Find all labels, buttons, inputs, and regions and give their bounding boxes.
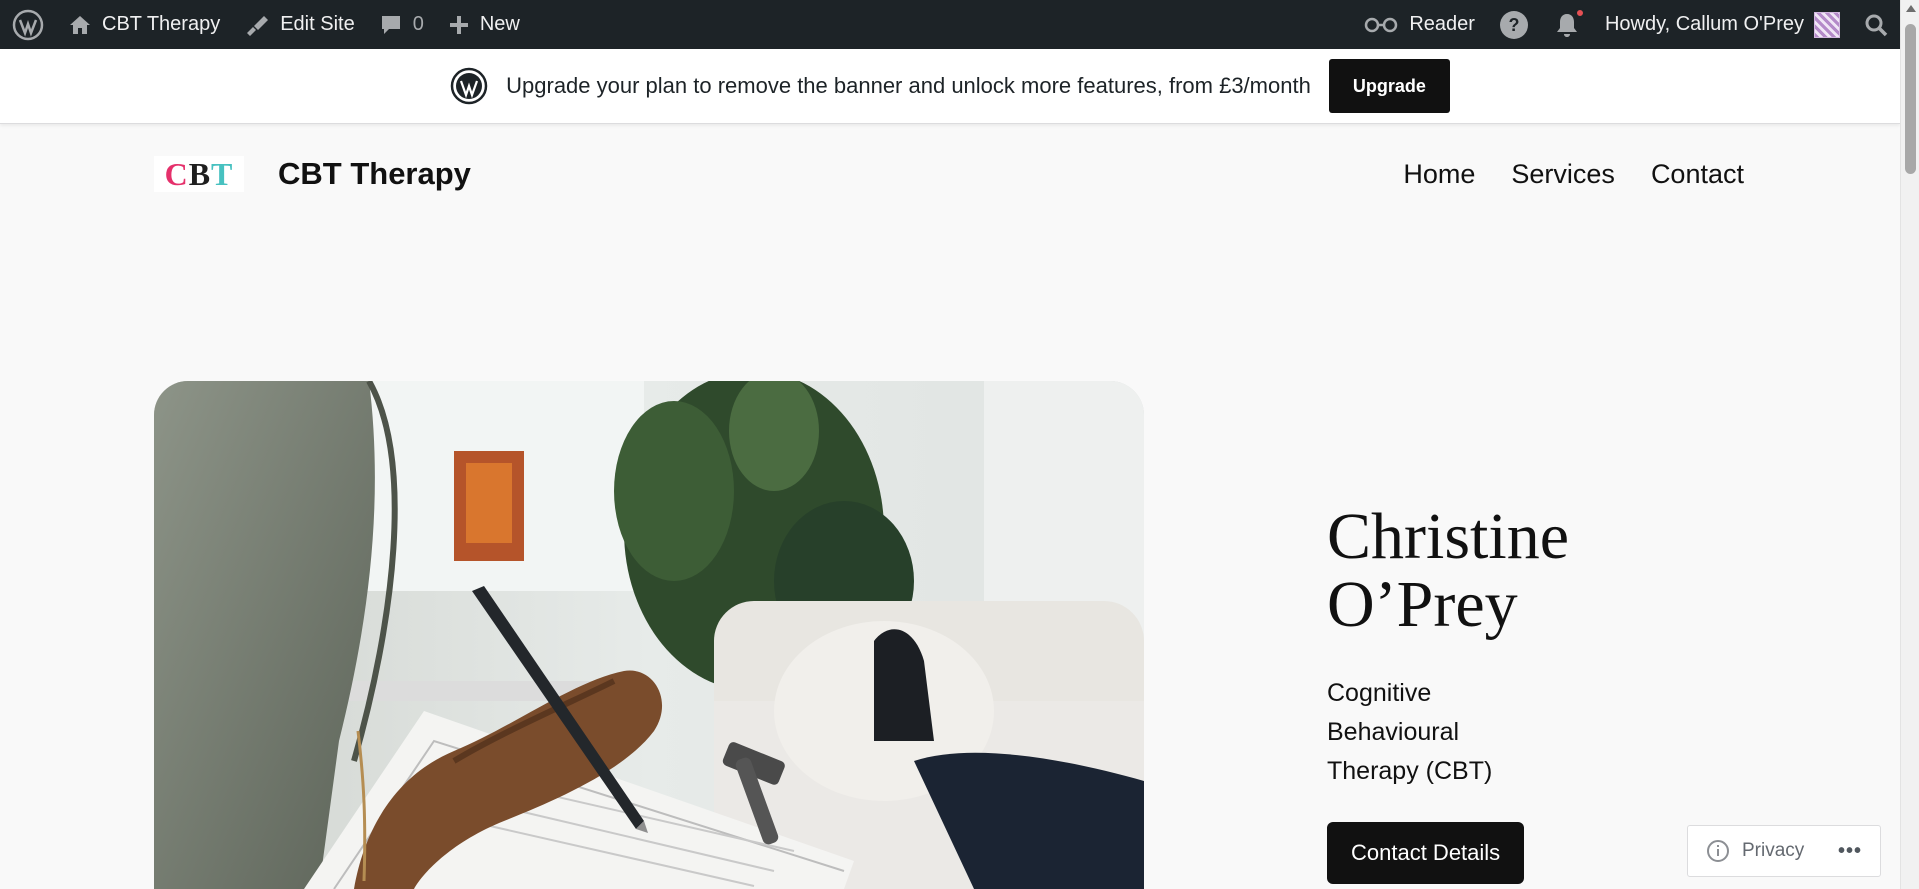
banner-text: Upgrade your plan to remove the banner a… — [506, 73, 1311, 98]
scroll-up-arrow-icon[interactable] — [1906, 5, 1916, 12]
hero-name-line2: O’Prey — [1327, 568, 1518, 641]
reader-label: Reader — [1409, 13, 1475, 35]
edit-site-label: Edit Site — [280, 13, 355, 35]
more-options-icon[interactable]: ••• — [1838, 840, 1862, 863]
site-header: CBT CBT Therapy Home Services Contact — [154, 152, 1744, 196]
therapy-session-photo — [154, 381, 1144, 889]
logo-letter-c: C — [164, 155, 189, 192]
hero-image — [154, 381, 1144, 889]
home-icon — [70, 15, 90, 34]
notification-dot — [1574, 8, 1585, 18]
site-name-menu[interactable]: CBT Therapy — [56, 0, 232, 49]
edit-site-button[interactable]: Edit Site — [232, 0, 366, 49]
new-content-button[interactable]: New — [436, 0, 532, 49]
info-icon — [1707, 840, 1729, 862]
privacy-widget[interactable]: Privacy ••• — [1687, 825, 1881, 877]
notifications-button[interactable] — [1541, 0, 1593, 49]
plus-icon — [449, 15, 468, 34]
wordpress-logo-icon — [450, 67, 488, 105]
hero-subtitle: Cognitive Behavioural Therapy (CBT) — [1327, 674, 1547, 791]
nav-home[interactable]: Home — [1403, 159, 1475, 190]
brush-icon — [247, 15, 269, 36]
help-icon: ? — [1499, 10, 1528, 39]
search-icon — [1865, 14, 1888, 36]
upgrade-banner: Upgrade your plan to remove the banner a… — [0, 49, 1900, 124]
nav-services[interactable]: Services — [1511, 159, 1615, 190]
nav-contact[interactable]: Contact — [1651, 159, 1744, 190]
privacy-label: Privacy — [1742, 840, 1805, 861]
wordpress-logo-button[interactable] — [0, 0, 56, 49]
page-scrollbar[interactable] — [1900, 0, 1919, 889]
site-title[interactable]: CBT Therapy — [278, 156, 471, 192]
admin-bar: CBT Therapy Edit Site 0 New Reader ? How… — [0, 0, 1900, 49]
reader-button[interactable]: Reader — [1351, 0, 1487, 49]
comment-icon — [381, 15, 400, 34]
upgrade-button[interactable]: Upgrade — [1328, 59, 1450, 113]
howdy-label: Howdy, Callum O'Prey — [1604, 13, 1804, 35]
site-name-label: CBT Therapy — [102, 13, 221, 35]
account-menu[interactable]: Howdy, Callum O'Prey — [1593, 0, 1852, 49]
hero-name: Christine O’Prey — [1327, 503, 1747, 639]
search-button[interactable] — [1852, 0, 1900, 49]
main-navigation: Home Services Contact — [1403, 159, 1744, 190]
hero-subtitle-line1: Cognitive — [1327, 679, 1432, 707]
contact-details-button[interactable]: Contact Details — [1327, 822, 1525, 884]
hero-subtitle-line2: Behavioural — [1327, 718, 1460, 746]
new-label: New — [479, 13, 520, 35]
hero-name-line1: Christine — [1327, 500, 1569, 573]
comments-count: 0 — [412, 13, 424, 35]
logo-letter-t: T — [211, 155, 234, 192]
comments-button[interactable]: 0 — [367, 0, 436, 49]
wordpress-icon — [12, 9, 44, 40]
hero-subtitle-line3: Therapy (CBT) — [1327, 757, 1493, 785]
scrollbar-thumb[interactable] — [1905, 24, 1916, 174]
glasses-icon — [1365, 17, 1398, 32]
avatar — [1814, 11, 1840, 38]
svg-text:?: ? — [1508, 15, 1519, 35]
site-logo[interactable]: CBT — [154, 156, 244, 192]
logo-letter-b: B — [188, 155, 212, 192]
help-button[interactable]: ? — [1487, 0, 1541, 49]
